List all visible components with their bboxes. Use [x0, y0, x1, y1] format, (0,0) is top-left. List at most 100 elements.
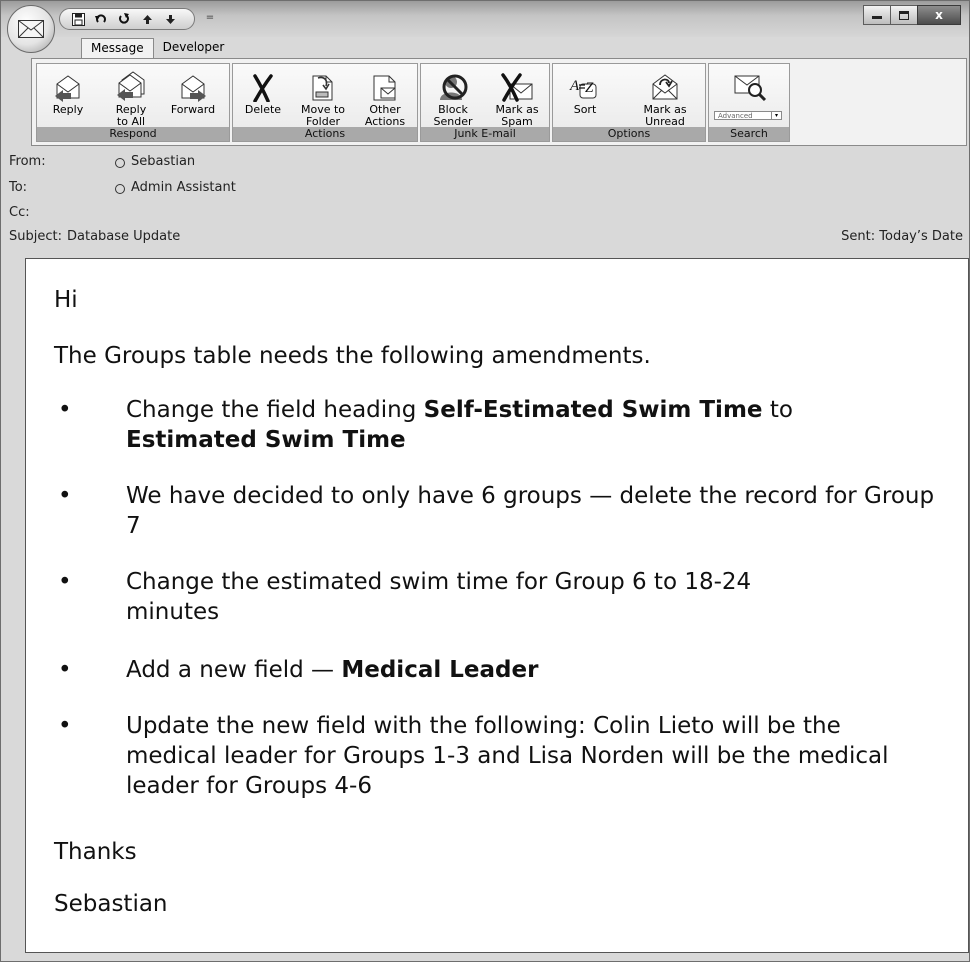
- respond-group: Reply Reply to All Forward Respond: [36, 63, 230, 142]
- bullet-item: Update the new field with the following:…: [126, 713, 889, 799]
- other-actions-icon: [373, 75, 396, 101]
- close-icon: x: [935, 8, 943, 22]
- delete-label: Delete: [244, 103, 282, 116]
- options-group: AZ Sort Mark as Unread Options: [552, 63, 706, 142]
- reply-icon: [55, 75, 80, 102]
- mark-spam-icon: [501, 73, 533, 102]
- reply-all-icon: [117, 71, 145, 101]
- signature-text: Sebastian: [54, 891, 168, 917]
- sent-value: Today’s Date: [879, 229, 963, 244]
- tab-developer[interactable]: Developer: [154, 38, 234, 58]
- quick-access-toolbar: [59, 8, 195, 30]
- search-group-label: Search: [709, 127, 789, 141]
- reply-button[interactable]: Reply: [38, 66, 98, 116]
- advanced-label: Advanced: [718, 112, 753, 120]
- ribbon: Reply Reply to All Forward Respond Delet…: [31, 58, 967, 146]
- mark-as-unread-button[interactable]: Mark as Unread: [635, 66, 695, 128]
- respond-group-label: Respond: [37, 127, 229, 141]
- undo-icon[interactable]: [93, 11, 109, 27]
- reply-label: Reply: [52, 103, 84, 116]
- redo-icon[interactable]: [116, 11, 132, 27]
- search-group: Advanced ▾ Search: [708, 63, 790, 142]
- junk-email-group: Block Sender Mark as Spam Junk E-mail: [420, 63, 550, 142]
- tab-message[interactable]: Message: [81, 38, 154, 58]
- delete-x-icon: [253, 74, 273, 102]
- sort-az-icon: AZ: [569, 78, 597, 99]
- minimize-icon: [872, 16, 882, 19]
- move-to-folder-button[interactable]: Move to Folder: [293, 66, 353, 128]
- forward-label: Forward: [170, 103, 216, 116]
- move-to-folder-icon: [312, 75, 333, 101]
- bullet-glyph: •: [58, 397, 72, 423]
- mark-as-unread-label: Mark as Unread: [643, 103, 687, 128]
- envelope-icon: [18, 20, 44, 38]
- message-body[interactable]: Hi The Groups table needs the following …: [25, 258, 969, 953]
- message-header: From: Sebastian To: Admin Assistant Cc: …: [1, 149, 969, 251]
- bullet-item: We have decided to only have 6 groups — …: [126, 483, 935, 539]
- ribbon-tabs: Message Developer: [81, 38, 233, 58]
- customize-qat-icon[interactable]: =: [205, 12, 215, 24]
- bullet-glyph: •: [58, 713, 72, 739]
- svg-text:Z: Z: [585, 80, 594, 96]
- sent-label: Sent:: [841, 229, 876, 244]
- reply-all-button[interactable]: Reply to All: [101, 66, 161, 128]
- up-arrow-icon[interactable]: [139, 11, 155, 27]
- save-icon[interactable]: [70, 11, 86, 27]
- actions-group: Delete Move to Folder Other Actions Acti…: [232, 63, 418, 142]
- bullet-bold: Self-Estimated Swim Time: [423, 397, 763, 423]
- bullet-item: Change the field heading Self-Estimated …: [126, 395, 936, 455]
- mark-as-spam-button[interactable]: Mark as Spam: [487, 66, 547, 128]
- app-menu-button[interactable]: [7, 5, 55, 53]
- svg-text:A: A: [569, 78, 580, 94]
- bullet-text: Change the field heading: [126, 397, 424, 423]
- from-label: From:: [9, 154, 46, 169]
- close-button[interactable]: x: [917, 5, 961, 25]
- customize-glyph: =: [205, 12, 215, 23]
- forward-button[interactable]: Forward: [163, 66, 223, 116]
- minimize-button[interactable]: [863, 5, 891, 25]
- move-to-folder-label: Move to Folder: [300, 103, 346, 128]
- to-value[interactable]: Admin Assistant: [131, 179, 236, 197]
- advanced-search-dropdown[interactable]: Advanced ▾: [714, 111, 782, 120]
- to-label: To:: [9, 180, 28, 195]
- presence-icon: [115, 184, 125, 194]
- bullet-bold: Estimated Swim Time: [126, 427, 406, 453]
- subject-value: Database Update: [67, 229, 181, 244]
- options-group-label: Options: [553, 127, 705, 141]
- mark-unread-icon: [652, 74, 678, 100]
- search-mail-icon: [734, 75, 767, 102]
- bullet-item: Add a new field — Medical Leader: [126, 655, 936, 685]
- maximize-button[interactable]: [890, 5, 918, 25]
- bullet-glyph: •: [58, 657, 72, 683]
- intro-text: The Groups table needs the following ame…: [54, 343, 651, 369]
- sort-label: Sort: [573, 103, 597, 116]
- block-sender-icon: [440, 74, 468, 100]
- actions-group-label: Actions: [233, 127, 417, 141]
- closing-text: Thanks: [54, 839, 137, 865]
- block-sender-label: Block Sender: [433, 103, 473, 128]
- bullet-text: Add a new field —: [126, 657, 342, 683]
- chevron-down-icon: ▾: [771, 112, 781, 119]
- other-actions-label: Other Actions: [364, 103, 406, 128]
- bullet-bold: Medical Leader: [341, 657, 539, 683]
- search-button[interactable]: [720, 66, 780, 102]
- subject-label: Subject:: [9, 229, 62, 244]
- forward-icon: [181, 75, 206, 102]
- delete-button[interactable]: Delete: [233, 66, 293, 116]
- mark-as-spam-label: Mark as Spam: [495, 103, 539, 128]
- window-controls: x: [863, 5, 961, 25]
- other-actions-button[interactable]: Other Actions: [355, 66, 415, 128]
- title-bar: = x: [1, 1, 969, 37]
- bullet-glyph: •: [58, 569, 72, 595]
- sort-button[interactable]: AZ Sort: [555, 66, 615, 116]
- from-value[interactable]: Sebastian: [131, 153, 195, 171]
- greeting: Hi: [54, 287, 78, 313]
- junk-email-group-label: Junk E-mail: [421, 127, 549, 141]
- presence-icon: [115, 158, 125, 168]
- sent-field: Sent: Today’s Date: [841, 228, 963, 246]
- block-sender-button[interactable]: Block Sender: [423, 66, 483, 128]
- reply-all-label: Reply to All: [115, 103, 147, 128]
- cc-label: Cc:: [9, 205, 30, 220]
- down-arrow-icon[interactable]: [162, 11, 178, 27]
- bullet-glyph: •: [58, 483, 72, 509]
